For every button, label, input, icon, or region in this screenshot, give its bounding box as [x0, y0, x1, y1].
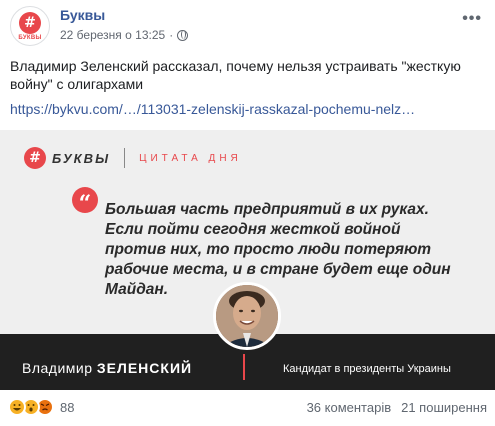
- quote-text: Большая часть предприятий в их руках. Ес…: [105, 201, 451, 298]
- post-date[interactable]: 22 березня о 13:25: [60, 28, 165, 42]
- brand-tagline: ЦИТАТА ДНЯ: [139, 152, 242, 164]
- quote-image-card[interactable]: # БУКВЫ ЦИТАТА ДНЯ “ Большая часть предп…: [0, 130, 495, 390]
- globe-icon[interactable]: [177, 29, 189, 41]
- avatar-logo-text: БУКВЫ: [18, 34, 42, 41]
- post-meta: 22 березня о 13:25 ·: [60, 28, 189, 42]
- brand-name: БУКВЫ: [52, 150, 111, 166]
- footer-divider: [243, 354, 245, 380]
- haha-reaction-icon: [8, 398, 26, 416]
- post-text: Владимир Зеленский рассказал, почему нел…: [10, 58, 461, 92]
- quote-mark-icon: “: [72, 187, 98, 217]
- engagement-stats: 36 коментарів 21 поширення: [307, 400, 487, 415]
- more-options-icon[interactable]: •••: [462, 10, 482, 28]
- hash-logo-icon: #: [24, 147, 46, 169]
- shares-count-link[interactable]: 21 поширення: [401, 400, 487, 415]
- reactions-summary[interactable]: 88: [8, 398, 74, 416]
- post-header: # БУКВЫ Буквы 22 березня о 13:25 · •••: [8, 6, 488, 46]
- person-role: Кандидат в президенты Украины: [283, 363, 451, 375]
- brand-divider: [124, 148, 126, 168]
- card-brand: # БУКВЫ ЦИТАТА ДНЯ: [24, 147, 242, 169]
- person-name: Владимир ЗЕЛЕНСКИЙ: [22, 360, 192, 376]
- post-link[interactable]: https://bykvu.com/…/113031-zelenskij-ras…: [10, 101, 485, 117]
- hash-logo-icon: #: [19, 11, 41, 34]
- reaction-count: 88: [60, 399, 75, 415]
- person-first-name: Владимир: [22, 360, 93, 376]
- page-name-link[interactable]: Буквы: [60, 7, 105, 23]
- person-portrait-icon: [216, 285, 278, 347]
- person-last-name: ЗЕЛЕНСКИЙ: [96, 360, 193, 376]
- page-avatar[interactable]: # БУКВЫ: [10, 6, 50, 46]
- meta-separator: ·: [169, 28, 174, 42]
- comments-count-link[interactable]: 36 коментарів: [307, 400, 392, 415]
- person-photo: [213, 282, 281, 350]
